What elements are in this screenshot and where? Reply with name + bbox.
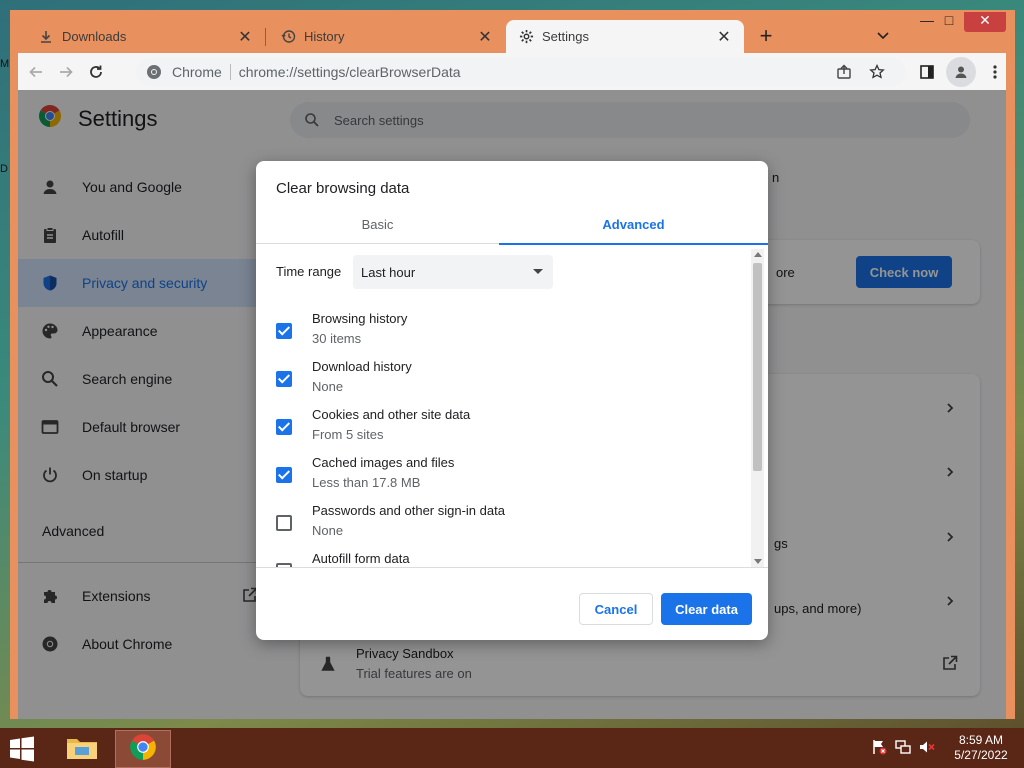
- file-explorer-taskbar-button[interactable]: [54, 730, 110, 768]
- chevron-down-icon[interactable]: [876, 28, 894, 46]
- checkbox-item-cookies: Cookies and other site data From 5 sites: [276, 407, 736, 451]
- scroll-thumb[interactable]: [753, 263, 762, 471]
- dialog-scrollbar[interactable]: [751, 249, 764, 567]
- tab-strip: Downloads ✕ History ✕ Settings ✕ + — □ ✕: [10, 10, 1015, 53]
- tab-downloads[interactable]: Downloads ✕: [10, 20, 265, 53]
- chrome-logo-icon: [129, 733, 157, 766]
- dialog-footer: Cancel Clear data: [256, 567, 768, 640]
- new-tab-button[interactable]: +: [756, 25, 776, 47]
- checkbox-browsing-history[interactable]: [276, 323, 292, 339]
- scroll-up-icon[interactable]: [754, 252, 762, 257]
- folder-icon: [65, 733, 99, 766]
- desktop-fragment: D: [0, 163, 8, 175]
- item-label: Browsing history: [312, 311, 408, 326]
- system-tray: [870, 738, 936, 761]
- tab-label: Settings: [542, 29, 589, 44]
- side-panel-icon[interactable]: [912, 57, 942, 87]
- checkbox-item-cached-images: Cached images and files Less than 17.8 M…: [276, 455, 736, 499]
- close-button[interactable]: ✕: [964, 12, 1006, 32]
- gear-icon: [518, 29, 534, 45]
- desktop-fragment: M: [0, 58, 10, 70]
- tab-history[interactable]: History ✕: [252, 20, 505, 53]
- origin-label: Chrome: [172, 64, 222, 80]
- tab-label: History: [304, 29, 345, 44]
- history-icon: [280, 29, 296, 45]
- tab-settings[interactable]: Settings ✕: [506, 20, 744, 53]
- time-range-label: Time range: [276, 264, 342, 279]
- item-sub: None: [312, 523, 344, 538]
- chrome-icon: [146, 64, 162, 80]
- item-label: Cookies and other site data: [312, 407, 471, 422]
- dialog-tabs: Basic Advanced: [256, 205, 768, 245]
- flag-icon[interactable]: [870, 738, 888, 761]
- checkbox-item-passwords: Passwords and other sign-in data None: [276, 503, 736, 547]
- time-range-select[interactable]: Last hour: [353, 255, 553, 289]
- item-sub: 30 items: [312, 331, 362, 346]
- checkbox-download-history[interactable]: [276, 371, 292, 387]
- clock-time: 8:59 AM: [958, 733, 1004, 747]
- item-sub: Less than 17.8 MB: [312, 475, 421, 490]
- maximize-button[interactable]: □: [934, 12, 964, 32]
- time-range-value: Last hour: [361, 264, 416, 280]
- item-label: Download history: [312, 359, 412, 374]
- share-icon[interactable]: [836, 64, 852, 83]
- checkbox-cached-images[interactable]: [276, 467, 292, 483]
- cancel-button[interactable]: Cancel: [579, 593, 653, 625]
- reload-icon[interactable]: [81, 57, 111, 87]
- tab-basic[interactable]: Basic: [256, 205, 499, 244]
- avatar[interactable]: [946, 57, 976, 87]
- dialog-body: Time range Last hour Browsing history 30…: [256, 245, 768, 567]
- dropdown-arrow-icon: [533, 269, 543, 274]
- back-icon[interactable]: [21, 57, 51, 87]
- windows-start-icon[interactable]: [8, 736, 38, 762]
- chrome-taskbar-button[interactable]: [115, 730, 171, 768]
- download-icon: [38, 29, 54, 45]
- item-sub: From 5 sites: [312, 427, 384, 442]
- dialog-title: Clear browsing data: [276, 180, 410, 197]
- taskbar-clock[interactable]: 8:59 AM 5/27/2022: [946, 733, 1016, 763]
- more-menu-icon[interactable]: [980, 57, 1010, 87]
- scroll-down-icon[interactable]: [754, 559, 762, 564]
- tab-close-icon[interactable]: ✕: [475, 27, 495, 47]
- omnibox-divider: [229, 64, 231, 80]
- forward-icon[interactable]: [51, 57, 81, 87]
- checkbox-passwords[interactable]: [276, 515, 292, 531]
- clock-date: 5/27/2022: [954, 748, 1008, 762]
- item-label: Cached images and files: [312, 455, 455, 470]
- star-icon[interactable]: [869, 63, 885, 83]
- url-text: chrome://settings/clearBrowserData: [238, 64, 461, 80]
- item-label: Passwords and other sign-in data: [312, 503, 505, 518]
- checkbox-cookies[interactable]: [276, 419, 292, 435]
- checkbox-item-autofill: Autofill form data: [276, 551, 736, 567]
- item-label: Autofill form data: [312, 551, 410, 566]
- clear-data-button[interactable]: Clear data: [661, 593, 752, 625]
- taskbar: 8:59 AM 5/27/2022: [0, 728, 1024, 768]
- volume-muted-icon[interactable]: [918, 738, 936, 761]
- clear-browsing-data-dialog: Clear browsing data Basic Advanced Time …: [256, 161, 768, 640]
- item-sub: None: [312, 379, 344, 394]
- tab-label: Downloads: [62, 29, 127, 44]
- checkbox-item-browsing-history: Browsing history 30 items: [276, 311, 736, 355]
- address-bar[interactable]: Chrome chrome://settings/clearBrowserDat…: [136, 58, 906, 86]
- tab-advanced[interactable]: Advanced: [499, 205, 768, 245]
- tab-close-icon[interactable]: ✕: [714, 27, 734, 47]
- network-icon[interactable]: [894, 738, 912, 761]
- toolbar: Chrome chrome://settings/clearBrowserDat…: [18, 53, 1006, 90]
- checkbox-item-download-history: Download history None: [276, 359, 736, 403]
